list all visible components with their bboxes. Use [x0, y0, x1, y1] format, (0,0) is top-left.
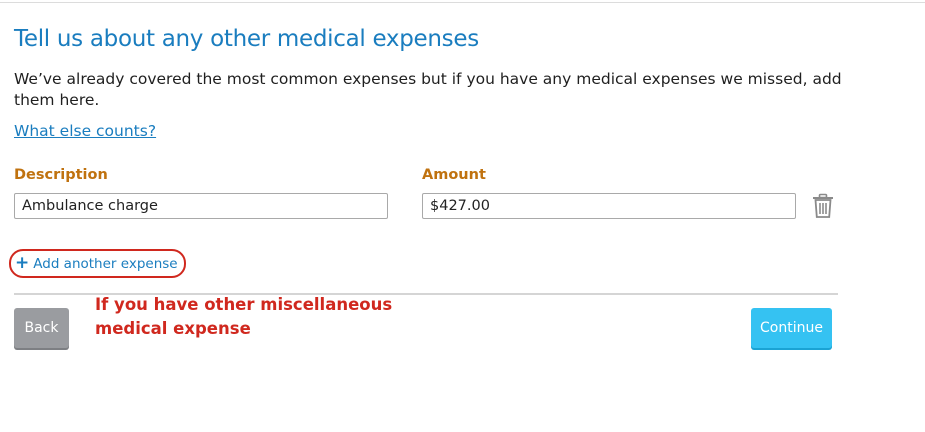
add-another-expense-button[interactable]: + Add another expense — [9, 249, 186, 278]
description-input[interactable] — [14, 193, 388, 219]
amount-input[interactable] — [422, 193, 796, 219]
what-else-counts-link[interactable]: What else counts? — [14, 122, 156, 140]
intro-text: We’ve already covered the most common ex… — [14, 70, 842, 109]
continue-button[interactable]: Continue — [751, 308, 832, 348]
amount-label: Amount — [422, 167, 486, 183]
description-label: Description — [14, 167, 108, 183]
trash-icon — [813, 193, 833, 218]
add-another-expense-label: Add another expense — [33, 255, 178, 272]
top-divider — [0, 2, 925, 3]
plus-icon: + — [15, 253, 30, 273]
page-title: Tell us about any other medical expenses — [14, 26, 479, 52]
back-button[interactable]: Back — [14, 308, 69, 348]
delete-expense-button[interactable] — [811, 193, 835, 219]
annotation-note: If you have other miscellaneous medical … — [95, 295, 393, 338]
